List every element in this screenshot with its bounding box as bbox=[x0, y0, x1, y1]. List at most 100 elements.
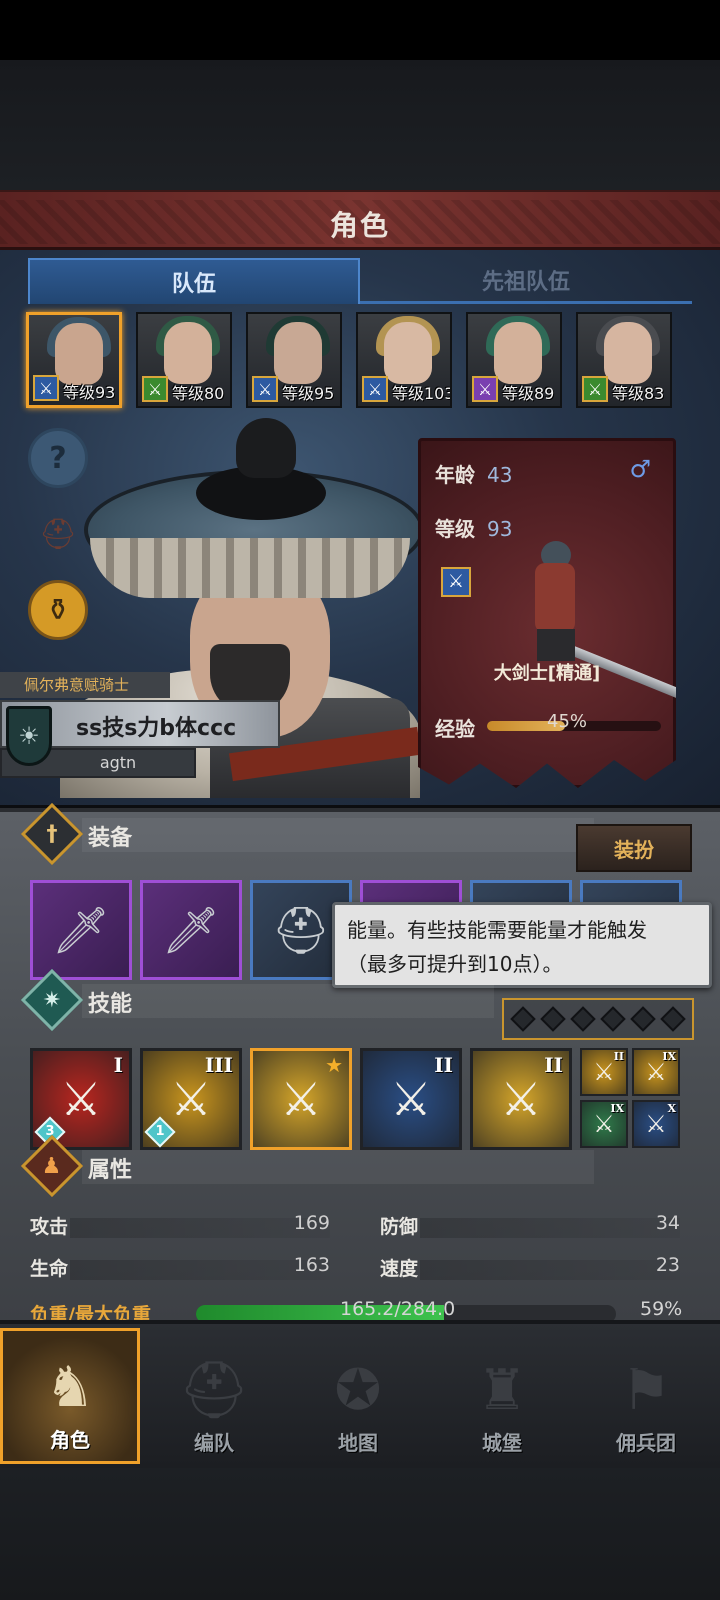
passive-skill-slot[interactable]: ⚔ IX bbox=[632, 1048, 680, 1096]
attack-label: 攻击 bbox=[30, 1216, 69, 1238]
skill-rank: II bbox=[544, 1053, 563, 1077]
equipment-slot[interactable]: 🗡 bbox=[30, 880, 132, 980]
top-spacer bbox=[0, 60, 720, 190]
defense-value: 34 bbox=[655, 1212, 680, 1234]
energy-pip bbox=[570, 1006, 596, 1032]
cleave-icon: ⚔ bbox=[60, 1072, 102, 1126]
sun-shield-icon: ☀ bbox=[6, 706, 52, 766]
class-sword-icon: ⚔ bbox=[441, 567, 471, 597]
castle-icon: ♜ bbox=[476, 1358, 528, 1423]
knight-icon: ♞ bbox=[44, 1355, 96, 1420]
passive-skill-slot[interactable]: ⚔ X bbox=[632, 1100, 680, 1148]
age-value: 43 bbox=[487, 463, 513, 487]
portrait-face bbox=[274, 322, 322, 384]
energy-meter[interactable] bbox=[502, 998, 694, 1040]
skill-slot[interactable]: ⚔ II bbox=[470, 1048, 572, 1150]
nav-item[interactable]: ✪ 地图 bbox=[288, 1328, 428, 1464]
portrait-face bbox=[55, 323, 103, 385]
bottom-spacer bbox=[0, 1468, 720, 1600]
class-figure bbox=[511, 541, 676, 704]
roster-portrait[interactable]: ⚔ 等级80 bbox=[136, 312, 232, 408]
summon-swords-icon: ⚔ bbox=[280, 1072, 322, 1126]
team-tabs: 队伍 先祖队伍 bbox=[28, 258, 692, 304]
person-icon: ♟ bbox=[20, 1134, 84, 1198]
level-row: 等级 93 bbox=[435, 513, 512, 542]
roster-portrait[interactable]: ⚔ 等级95 bbox=[246, 312, 342, 408]
portrait-face bbox=[604, 322, 652, 384]
energy-pip bbox=[660, 1006, 686, 1032]
title-band: 角色 bbox=[0, 190, 720, 250]
male-icon: ♂ bbox=[629, 455, 651, 483]
roster-portrait[interactable]: ⚔ 等级93 bbox=[26, 312, 122, 408]
speed-row: 速度 23 bbox=[380, 1254, 690, 1284]
passive-skill-slot[interactable]: ⚔ II bbox=[580, 1048, 628, 1096]
load-value: 165.2/284.0 bbox=[340, 1298, 456, 1320]
skill-slot[interactable]: ⚔ III 1 bbox=[140, 1048, 242, 1150]
skills-row: ⚔ I 3 ⚔ III 1 ⚔ ★ ⚔ II ⚔ II ⚔ II ⚔ IX ⚔ IX ⚔ X bbox=[30, 1048, 694, 1152]
speed-value: 23 bbox=[655, 1254, 680, 1276]
dagger-icon: † bbox=[20, 802, 84, 866]
roster: ⚔ 等级93 ⚔ 等级80 ⚔ 等级95 ⚔ 等级103 ⚔ 等级89 ⚔ 等级83 bbox=[26, 312, 694, 412]
greatsword-icon: 🗡 bbox=[161, 902, 221, 957]
skill-rank: II bbox=[613, 1050, 624, 1063]
stats-banner: 年龄 43 ♂ 等级 93 ⚔ 大剑士[精通] 经验 45% bbox=[418, 438, 676, 788]
burst-sword-icon: ⚔ bbox=[500, 1072, 542, 1126]
status-bar bbox=[0, 0, 720, 60]
passive-skill-slot[interactable]: ⚔ IX bbox=[580, 1100, 628, 1148]
level-label: 等级 bbox=[435, 517, 475, 541]
skill-charge-count: 1 bbox=[155, 1124, 165, 1139]
roster-portrait[interactable]: ⚔ 等级89 bbox=[466, 312, 562, 408]
tab-ancestor-team[interactable]: 先祖队伍 bbox=[360, 258, 692, 304]
nav-item[interactable]: ⛑ 编队 bbox=[144, 1328, 284, 1464]
skill-slot[interactable]: ⚔ II bbox=[360, 1048, 462, 1150]
hp-row: 生命 163 bbox=[30, 1254, 340, 1284]
attributes-title: 属性 bbox=[88, 1158, 133, 1183]
class-name: 大剑士[精通] bbox=[493, 663, 601, 684]
portrait-level: 等级95 bbox=[282, 384, 335, 403]
age-label: 年龄 bbox=[435, 463, 475, 487]
hp-label: 生命 bbox=[30, 1258, 69, 1280]
portrait-level: 等级89 bbox=[502, 384, 555, 403]
defense-label: 防御 bbox=[380, 1216, 419, 1238]
portrait-face bbox=[164, 322, 212, 384]
dress-up-button[interactable]: 装扮 bbox=[576, 824, 692, 872]
skills-title: 技能 bbox=[88, 992, 133, 1017]
skill-rank: IX bbox=[610, 1102, 624, 1115]
energy-pip bbox=[510, 1006, 536, 1032]
nav-item[interactable]: ♜ 城堡 bbox=[432, 1328, 572, 1464]
portrait-face bbox=[384, 322, 432, 384]
nav-label: 城堡 bbox=[482, 1431, 522, 1455]
compass-icon: ✪ bbox=[334, 1358, 382, 1423]
nav-label: 地图 bbox=[338, 1431, 378, 1455]
twin-blades-icon: ⚔ bbox=[645, 1110, 667, 1138]
attack-row: 攻击 169 bbox=[30, 1212, 340, 1242]
attributes-header: ♟ 属性 bbox=[20, 1134, 694, 1198]
energy-pip bbox=[600, 1006, 626, 1032]
portrait-level: 等级83 bbox=[612, 384, 665, 403]
attack-value: 169 bbox=[293, 1212, 330, 1234]
tab-team[interactable]: 队伍 bbox=[28, 258, 360, 304]
star-icon: ✷ bbox=[20, 968, 84, 1032]
equipment-title: 装备 bbox=[88, 826, 133, 851]
tooltip-line1: 能量。有些技能需要能量才能触发 bbox=[347, 918, 647, 942]
equipment-slot[interactable]: 🗡 bbox=[140, 880, 242, 980]
nav-label: 佣兵团 bbox=[616, 1431, 676, 1455]
nav-item[interactable]: ♞ 角色 bbox=[0, 1328, 140, 1464]
skill-rank: III bbox=[204, 1053, 233, 1077]
bottom-nav: ♞ 角色 ⛑ 编队 ✪ 地图 ♜ 城堡 ⚑ 佣兵团 bbox=[0, 1320, 720, 1468]
skill-slot[interactable]: ⚔ ★ bbox=[250, 1048, 352, 1150]
portrait-level: 等级93 bbox=[63, 383, 116, 402]
roster-portrait[interactable]: ⚔ 等级103 bbox=[356, 312, 452, 408]
crossed-swords-icon: ⚔ bbox=[170, 1072, 212, 1126]
roster-portrait[interactable]: ⚔ 等级83 bbox=[576, 312, 672, 408]
age-row: 年龄 43 bbox=[435, 459, 512, 488]
portrait-level: 等级80 bbox=[172, 384, 225, 403]
helmet-group-icon: ⛑ bbox=[178, 1358, 250, 1423]
banner-icon: ⚑ bbox=[620, 1358, 672, 1423]
nav-item[interactable]: ⚑ 佣兵团 bbox=[576, 1328, 716, 1464]
portrait-face bbox=[494, 322, 542, 384]
skill-slot[interactable]: ⚔ I 3 bbox=[30, 1048, 132, 1150]
skill-rank: II bbox=[434, 1053, 453, 1077]
energy-pip bbox=[630, 1006, 656, 1032]
page-title: 角色 bbox=[329, 209, 390, 242]
